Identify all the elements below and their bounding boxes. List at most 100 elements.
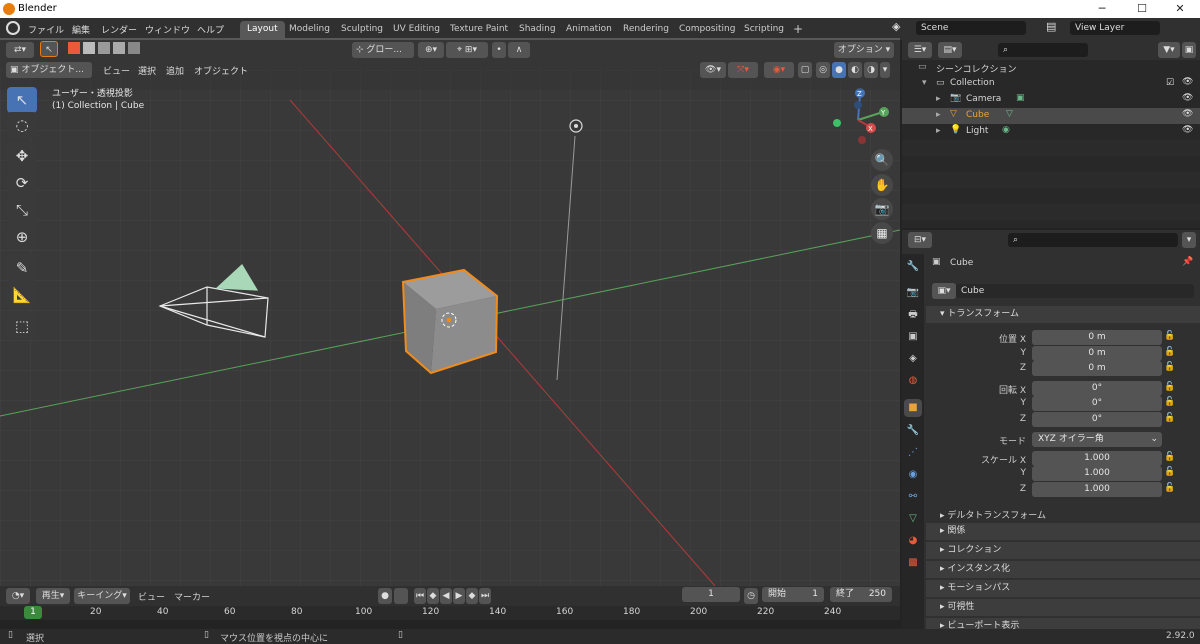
transform-tool-icon[interactable]: ⊕ [7,224,37,250]
close-button[interactable]: ✕ [1160,0,1200,18]
rotation-mode-dropdown[interactable]: XYZ オイラー角 ⌄ [1032,432,1162,447]
tab-sculpting[interactable]: Sculpting [334,21,390,38]
location-x-field[interactable]: 0 m [1032,330,1162,345]
solid-shading-icon[interactable]: ● [832,62,846,78]
jump-end-icon[interactable]: ⏭ [479,588,491,604]
wireframe-shading-icon[interactable]: ◎ [816,62,830,78]
expand-arrow-icon[interactable]: ▸ [936,94,941,104]
move-tool-icon[interactable]: ✥ [7,143,37,169]
select-new-icon[interactable] [68,42,80,54]
start-frame-field[interactable]: 開始 1 [762,587,824,602]
shading-modes[interactable]: ◎ ● ◐ ◑ ▾ [816,62,894,78]
properties-editor-type-button[interactable]: ⊟▾ [908,232,932,248]
view-layer-field[interactable]: View Layer [1070,21,1160,35]
scene-tab-icon[interactable]: ◈ [904,350,922,368]
menu-help[interactable]: ヘルプ [197,23,224,36]
add-cube-tool-icon[interactable]: ⬚ [7,313,37,339]
expand-arrow-icon[interactable]: ▸ [936,110,941,120]
mode-dropdown[interactable]: ▣ オブジェクト... [6,62,92,78]
tab-scripting[interactable]: Scripting [737,21,791,38]
shading-options-icon[interactable]: ▾ [880,62,890,78]
3d-viewport[interactable]: Z Y X ⇄▾ ↖ ⊹ グロー... ⊕▾ ⌖ ⊞▾ • ∧ オプション ▾ … [0,40,900,586]
lock-icon[interactable]: 🔓 [1164,331,1176,343]
outliner-search-input[interactable]: ⌕ [998,43,1088,57]
add-workspace-button[interactable]: + [786,21,810,38]
outliner-row-light[interactable]: ▸ 💡 Light ◉ 👁 [902,124,1200,140]
scale-y-field[interactable]: 1.000 [1032,466,1162,481]
outliner-row-scene-collection[interactable]: ▭ シーンコレクション [902,60,1200,76]
menu-object[interactable]: オブジェクト [194,64,248,77]
collection-checkbox-icon[interactable]: ☑ [1166,78,1174,88]
visibility-eye-icon[interactable]: 👁 [1182,125,1193,135]
lock-icon[interactable]: 🔓 [1164,467,1176,479]
rotation-y-field[interactable]: 0° [1032,396,1162,411]
gizmo-toggle[interactable]: ⤧▾ [728,62,758,78]
render-tab-icon[interactable]: 📷 [904,284,922,302]
new-collection-button[interactable]: ▣ [1182,42,1196,58]
tab-compositing[interactable]: Compositing [672,21,742,38]
rotate-tool-icon[interactable]: ⟳ [7,170,37,196]
jump-start-icon[interactable]: ⏮ [414,588,426,604]
rotation-x-field[interactable]: 0° [1032,381,1162,396]
play-reverse-icon[interactable]: ◀ [440,588,452,604]
display-mode-dropdown[interactable]: ▤▾ [938,42,962,58]
overlay-toggle[interactable]: ◉▾ [764,62,794,78]
proportional-edit-toggle[interactable]: • [492,42,506,58]
light-data-icon[interactable]: ◉ [1002,125,1010,135]
tool-tab-icon[interactable]: 🔧 [904,258,922,276]
options-dropdown[interactable]: オプション ▾ [834,42,894,58]
menu-edit[interactable]: 編集 [72,23,90,36]
tab-shading[interactable]: Shading [512,21,563,38]
scene-field[interactable]: Scene [916,21,1026,35]
constraints-tab-icon[interactable]: ⚯ [904,488,922,506]
minimize-button[interactable]: ─ [1082,0,1122,18]
transform-panel-header[interactable]: ▾ トランスフォーム [926,306,1200,323]
cursor-tool-icon[interactable]: ◌ [7,112,37,138]
outliner-row-cube[interactable]: ▸ ▽ Cube ▽ 👁 [902,108,1200,124]
rotation-z-field[interactable]: 0° [1032,412,1162,427]
object-browse-button[interactable]: ▣▾ [932,283,956,299]
transform-orientation-dropdown[interactable]: ⊹ グロー... [352,42,414,58]
panel-visibility[interactable]: ▸ 可視性 [926,599,1200,616]
properties-options-button[interactable]: ▾ [1182,232,1196,248]
physics-tab-icon[interactable]: ◉ [904,466,922,484]
delta-transform-subpanel[interactable]: ▸ デルタトランスフォーム [940,508,1046,521]
panel-instancing[interactable]: ▸ インスタンス化 [926,561,1200,578]
location-z-field[interactable]: 0 m [1032,361,1162,376]
menu-add[interactable]: 追加 [166,64,184,77]
ortho-grid-icon[interactable]: ▦ [871,222,893,244]
outliner-row-collection[interactable]: ▾ ▭ Collection ☑ 👁 [902,76,1200,92]
menu-file[interactable]: ファイル [28,23,64,36]
annotate-tool-icon[interactable]: ✎ [7,255,37,281]
outliner-editor-type-button[interactable]: ☰▾ [908,42,932,58]
tab-layout[interactable]: Layout [240,21,285,38]
select-box-modes[interactable] [68,42,144,58]
tab-rendering[interactable]: Rendering [616,21,676,38]
playhead[interactable]: 1 [24,606,42,619]
tab-texture-paint[interactable]: Texture Paint [443,21,515,38]
frame-ruler[interactable]: 1 20 40 60 80 100 120 140 160 180 200 22… [0,606,900,620]
proportional-falloff-dropdown[interactable]: ∧ [508,42,530,58]
panel-motion-paths[interactable]: ▸ モーションパス [926,580,1200,597]
select-invert-icon[interactable] [113,42,125,54]
blender-menu-icon[interactable] [6,21,20,35]
location-y-field[interactable]: 0 m [1032,346,1162,361]
tab-animation[interactable]: Animation [559,21,619,38]
maximize-button[interactable]: ☐ [1122,0,1162,18]
current-frame-field[interactable]: 1 [682,587,740,602]
prev-keyframe-icon[interactable]: ◆ [427,588,439,604]
menu-render[interactable]: レンダー [101,23,137,36]
play-icon[interactable]: ▶ [453,588,465,604]
visibility-eye-icon[interactable]: 👁 [1182,77,1193,87]
lock-icon[interactable]: 🔓 [1164,397,1176,409]
xray-toggle[interactable]: ▢ [798,62,812,78]
tab-uv-editing[interactable]: UV Editing [386,21,447,38]
next-keyframe-icon[interactable]: ◆ [466,588,478,604]
select-extend-icon[interactable] [83,42,95,54]
keyframe-options-icon[interactable] [394,588,408,604]
playback-controls[interactable]: ⏮ ◆ ◀ ▶ ◆ ⏭ [414,588,492,604]
playback-dropdown[interactable]: 再生▾ [36,588,70,604]
auto-keying-toggle[interactable]: ● [378,588,392,604]
modifier-tab-icon[interactable]: 🔧 [904,422,922,440]
pivot-point-dropdown[interactable]: ⊕▾ [418,42,444,58]
